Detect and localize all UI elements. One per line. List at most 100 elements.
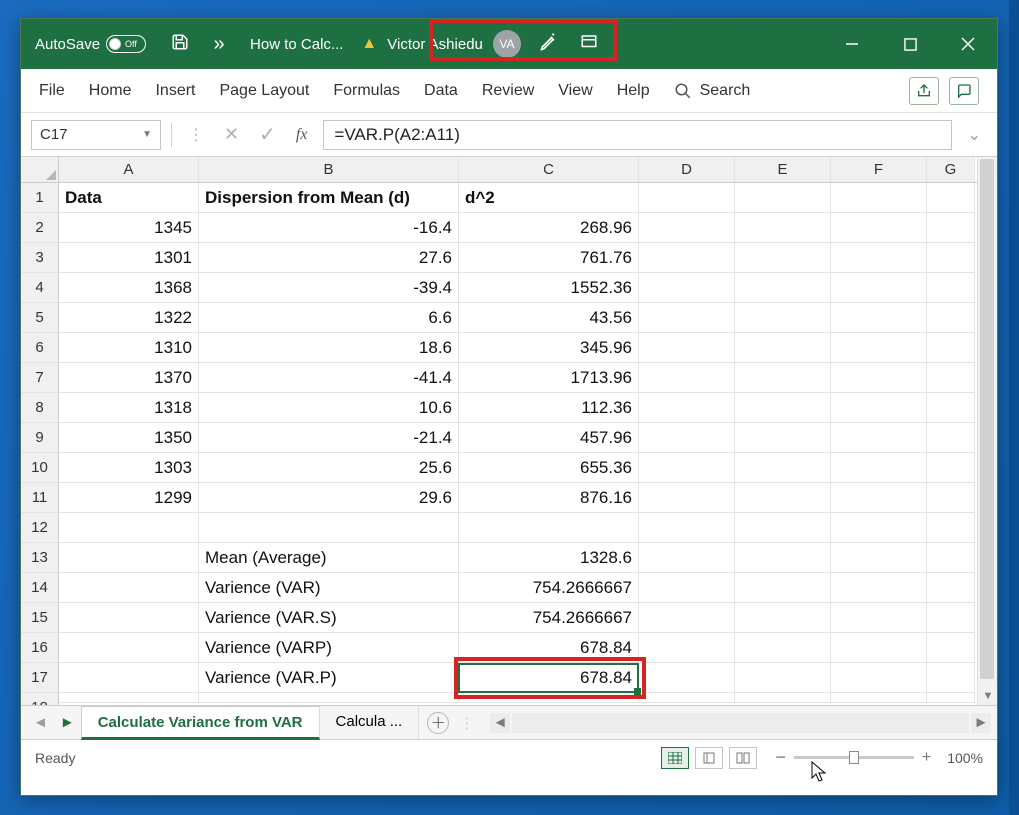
row-header[interactable]: 16 xyxy=(21,633,59,663)
cell[interactable] xyxy=(735,693,831,703)
close-button[interactable] xyxy=(939,19,997,69)
tab-view[interactable]: View xyxy=(558,78,592,104)
select-all-triangle[interactable] xyxy=(21,157,59,182)
spreadsheet-grid[interactable]: A B C D E F G 12345678910111213141516171… xyxy=(21,157,997,705)
col-header[interactable]: D xyxy=(639,157,735,182)
sheet-nav-prev[interactable]: ◄ xyxy=(27,714,54,731)
cell[interactable] xyxy=(831,513,927,543)
cell[interactable] xyxy=(831,363,927,393)
row-header[interactable]: 1 xyxy=(21,183,59,213)
cell[interactable] xyxy=(639,633,735,663)
cell[interactable] xyxy=(639,393,735,423)
cell[interactable]: 1310 xyxy=(59,333,199,363)
cell[interactable] xyxy=(831,663,927,693)
cell[interactable] xyxy=(735,453,831,483)
cell[interactable] xyxy=(639,303,735,333)
cell[interactable] xyxy=(59,633,199,663)
save-icon[interactable] xyxy=(160,33,200,56)
cell[interactable] xyxy=(831,423,927,453)
cell[interactable] xyxy=(199,513,459,543)
cell[interactable]: Data xyxy=(59,183,199,213)
cell[interactable] xyxy=(59,543,199,573)
cell[interactable] xyxy=(639,243,735,273)
cell[interactable]: 1299 xyxy=(59,483,199,513)
tab-review[interactable]: Review xyxy=(482,78,534,104)
cell[interactable]: 25.6 xyxy=(199,453,459,483)
zoom-slider[interactable] xyxy=(794,756,914,759)
cell[interactable]: Varience (VAR.P) xyxy=(199,663,459,693)
cell[interactable] xyxy=(639,333,735,363)
cell[interactable]: 754.2666667 xyxy=(459,573,639,603)
maximize-button[interactable] xyxy=(881,19,939,69)
cell[interactable] xyxy=(831,603,927,633)
cell[interactable] xyxy=(639,603,735,633)
cancel-formula-icon[interactable]: ✕ xyxy=(224,124,239,145)
comments-button[interactable] xyxy=(949,77,979,105)
cell[interactable]: d^2 xyxy=(459,183,639,213)
row-header[interactable]: 15 xyxy=(21,603,59,633)
zoom-percent[interactable]: 100% xyxy=(947,750,983,766)
sheet-tab-active[interactable]: Calculate Variance from VAR xyxy=(81,706,320,740)
row-header[interactable]: 14 xyxy=(21,573,59,603)
cell[interactable] xyxy=(639,543,735,573)
cell[interactable] xyxy=(735,423,831,453)
cell[interactable] xyxy=(927,333,975,363)
cell[interactable]: -41.4 xyxy=(199,363,459,393)
cell[interactable] xyxy=(639,273,735,303)
autosave-toggle[interactable]: AutoSave Off xyxy=(21,35,160,53)
cell[interactable]: 678.84 xyxy=(459,663,639,693)
zoom-out-icon[interactable]: − xyxy=(775,747,786,768)
cell[interactable]: Dispersion from Mean (d) xyxy=(199,183,459,213)
cell[interactable] xyxy=(735,393,831,423)
cell[interactable] xyxy=(735,363,831,393)
document-title[interactable]: How to Calc... xyxy=(240,36,353,53)
cell[interactable] xyxy=(59,663,199,693)
cell[interactable]: 1713.96 xyxy=(459,363,639,393)
cell[interactable] xyxy=(639,573,735,603)
cell[interactable] xyxy=(927,243,975,273)
cell[interactable] xyxy=(927,363,975,393)
cell[interactable] xyxy=(831,213,927,243)
normal-view-button[interactable] xyxy=(661,747,689,769)
share-button[interactable] xyxy=(909,77,939,105)
more-commands-icon[interactable]: » xyxy=(200,33,240,56)
formula-input[interactable]: =VAR.P(A2:A11) xyxy=(323,120,951,150)
col-header[interactable]: A xyxy=(59,157,199,182)
cell[interactable]: 268.96 xyxy=(459,213,639,243)
row-header[interactable]: 12 xyxy=(21,513,59,543)
cell[interactable] xyxy=(59,693,199,703)
cell[interactable] xyxy=(639,213,735,243)
cell[interactable] xyxy=(831,543,927,573)
cell[interactable] xyxy=(639,513,735,543)
cell[interactable] xyxy=(735,513,831,543)
cell[interactable] xyxy=(735,213,831,243)
cell[interactable]: Varience (VARP) xyxy=(199,633,459,663)
cell[interactable]: 29.6 xyxy=(199,483,459,513)
row-header[interactable]: 17 xyxy=(21,663,59,693)
horizontal-scrollbar[interactable]: ◄ ► xyxy=(490,713,991,733)
scroll-thumb[interactable] xyxy=(980,159,994,679)
tab-file[interactable]: File xyxy=(39,78,65,104)
cell[interactable] xyxy=(735,303,831,333)
cell[interactable]: 10.6 xyxy=(199,393,459,423)
cell[interactable]: 1345 xyxy=(59,213,199,243)
cell[interactable]: 1301 xyxy=(59,243,199,273)
cell[interactable] xyxy=(735,183,831,213)
cell[interactable]: 345.96 xyxy=(459,333,639,363)
cell[interactable] xyxy=(927,513,975,543)
cell[interactable] xyxy=(927,393,975,423)
cell[interactable]: 1328.6 xyxy=(459,543,639,573)
cell[interactable]: 27.6 xyxy=(199,243,459,273)
cell[interactable]: 754.2666667 xyxy=(459,603,639,633)
cell[interactable] xyxy=(831,633,927,663)
row-header[interactable]: 11 xyxy=(21,483,59,513)
cell[interactable]: Varience (VAR.S) xyxy=(199,603,459,633)
cell[interactable] xyxy=(927,663,975,693)
name-box[interactable]: C17 ▼ xyxy=(31,120,161,150)
user-info[interactable]: ▲ Victor Ashiedu VA xyxy=(353,30,528,58)
col-header[interactable]: C xyxy=(459,157,639,182)
cell[interactable]: Varience (VAR) xyxy=(199,573,459,603)
tab-formulas[interactable]: Formulas xyxy=(333,78,400,104)
row-header[interactable]: 4 xyxy=(21,273,59,303)
cell[interactable] xyxy=(831,303,927,333)
